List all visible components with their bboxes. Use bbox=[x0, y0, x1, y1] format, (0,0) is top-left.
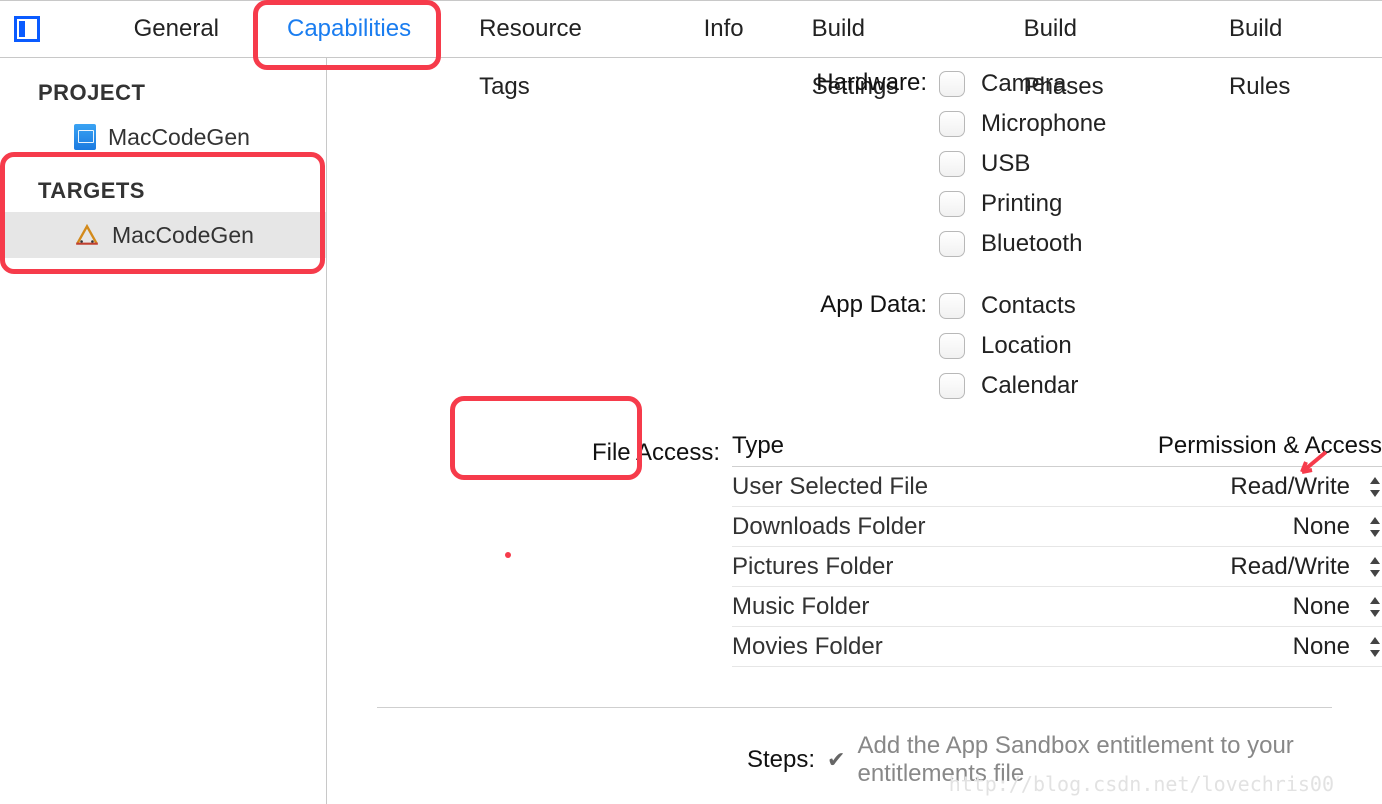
project-row[interactable]: MacCodeGen bbox=[0, 114, 326, 160]
check-icon: ✔ bbox=[827, 747, 845, 773]
checkbox-label: Microphone bbox=[981, 110, 1106, 138]
target-row[interactable]: MacCodeGen bbox=[0, 212, 326, 258]
stepper-icon[interactable] bbox=[1368, 637, 1382, 657]
fileaccess-row: Movies Folder None bbox=[732, 627, 1382, 667]
fileaccess-row: Downloads Folder None bbox=[732, 507, 1382, 547]
checkbox-label: Location bbox=[981, 332, 1072, 360]
checkbox[interactable] bbox=[939, 333, 965, 359]
tab-info[interactable]: Info bbox=[670, 0, 778, 58]
fileaccess-permission-select[interactable]: None bbox=[1293, 513, 1350, 541]
watermark-text: http://blog.csdn.net/lovechris00 bbox=[949, 772, 1334, 796]
fileaccess-label: File Access: bbox=[327, 430, 732, 472]
tab-build-rules[interactable]: Build Rules bbox=[1195, 0, 1382, 58]
checkbox[interactable] bbox=[939, 111, 965, 137]
tab-build-settings[interactable]: Build Settings bbox=[778, 0, 990, 58]
appdata-label: App Data: bbox=[327, 286, 939, 324]
steps-label: Steps: bbox=[747, 746, 815, 774]
xcode-project-icon bbox=[74, 124, 96, 150]
fileaccess-type: Downloads Folder bbox=[732, 513, 925, 541]
stepper-icon[interactable] bbox=[1368, 477, 1382, 497]
checkbox[interactable] bbox=[939, 151, 965, 177]
project-header: PROJECT bbox=[0, 70, 326, 114]
fileaccess-row: Pictures Folder Read/Write bbox=[732, 547, 1382, 587]
hardware-checkbox-row: USB bbox=[939, 144, 1382, 184]
hardware-label: Hardware: bbox=[327, 64, 939, 102]
tab-resource-tags[interactable]: Resource Tags bbox=[445, 0, 670, 58]
project-navigator: PROJECT MacCodeGen TARGETS MacCodeGen bbox=[0, 58, 327, 804]
fileaccess-permission-select[interactable]: Read/Write bbox=[1230, 553, 1350, 581]
fileaccess-permission-select[interactable]: Read/Write bbox=[1230, 473, 1350, 501]
app-target-icon bbox=[74, 222, 100, 248]
tab-general[interactable]: General bbox=[100, 0, 253, 58]
checkbox[interactable] bbox=[939, 373, 965, 399]
project-name: MacCodeGen bbox=[108, 124, 250, 151]
checkbox-label: Printing bbox=[981, 190, 1062, 218]
checkbox-label: Calendar bbox=[981, 372, 1078, 400]
fileaccess-type: Movies Folder bbox=[732, 633, 883, 661]
checkbox[interactable] bbox=[939, 191, 965, 217]
target-name: MacCodeGen bbox=[112, 222, 254, 249]
hardware-checkbox-row: Printing bbox=[939, 184, 1382, 224]
left-panel-toggle-icon[interactable] bbox=[14, 16, 40, 42]
tab-bar: General Capabilities Resource Tags Info … bbox=[0, 0, 1382, 58]
fileaccess-table: Type Permission & Access User Selected F… bbox=[732, 432, 1382, 667]
checkbox-label: USB bbox=[981, 150, 1030, 178]
fileaccess-col-type: Type bbox=[732, 432, 784, 460]
fileaccess-type: Pictures Folder bbox=[732, 553, 893, 581]
fileaccess-row: Music Folder None bbox=[732, 587, 1382, 627]
stepper-icon[interactable] bbox=[1368, 597, 1382, 617]
fileaccess-col-perm: Permission & Access bbox=[1158, 432, 1382, 460]
fileaccess-row: User Selected File Read/Write bbox=[732, 467, 1382, 507]
annotation-dot bbox=[505, 552, 511, 558]
hardware-checkbox-row: Bluetooth bbox=[939, 224, 1382, 264]
targets-header: TARGETS bbox=[0, 160, 326, 212]
tab-capabilities[interactable]: Capabilities bbox=[253, 0, 445, 58]
fileaccess-type: User Selected File bbox=[732, 473, 928, 501]
checkbox[interactable] bbox=[939, 293, 965, 319]
appdata-checkbox-row: Location bbox=[939, 326, 1382, 366]
capabilities-pane: Hardware: Camera Microphone USB Printing Blu… bbox=[327, 58, 1382, 804]
appdata-checkbox-row: Calendar bbox=[939, 366, 1382, 406]
checkbox[interactable] bbox=[939, 231, 965, 257]
checkbox[interactable] bbox=[939, 71, 965, 97]
checkbox-label: Contacts bbox=[981, 292, 1076, 320]
hardware-checkbox-row: Microphone bbox=[939, 104, 1382, 144]
fileaccess-type: Music Folder bbox=[732, 593, 869, 621]
stepper-icon[interactable] bbox=[1368, 557, 1382, 577]
fileaccess-permission-select[interactable]: None bbox=[1293, 593, 1350, 621]
checkbox-label: Bluetooth bbox=[981, 230, 1082, 258]
appdata-checkbox-row: Contacts bbox=[939, 286, 1382, 326]
checkbox-label: Camera bbox=[981, 70, 1066, 98]
fileaccess-permission-select[interactable]: None bbox=[1293, 633, 1350, 661]
stepper-icon[interactable] bbox=[1368, 517, 1382, 537]
tab-build-phases[interactable]: Build Phases bbox=[990, 0, 1195, 58]
hardware-checkbox-row: Camera bbox=[939, 64, 1382, 104]
